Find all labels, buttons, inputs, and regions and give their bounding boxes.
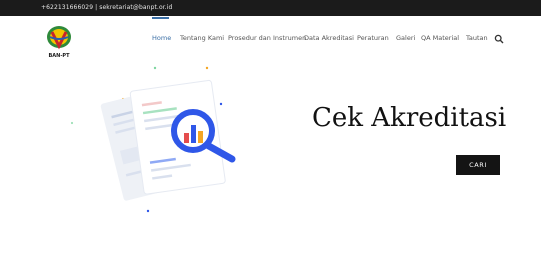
- nav-item-qa-material[interactable]: QA Material: [421, 34, 459, 43]
- ban-pt-logo[interactable]: [46, 24, 72, 54]
- nav-item-tentang-kami[interactable]: Tentang Kami: [180, 34, 224, 43]
- cari-button[interactable]: CARI: [456, 155, 500, 175]
- nav-item-peraturan[interactable]: Peraturan: [357, 34, 389, 43]
- document-search-illustration: [70, 66, 236, 213]
- active-nav-indicator: [152, 17, 169, 19]
- nav-item-galeri[interactable]: Galeri: [396, 34, 415, 43]
- hero-section: Cek Akreditasi CARI: [0, 61, 541, 262]
- site-header: BAN-PT Home Tentang Kami Prosedur dan In…: [0, 16, 541, 61]
- nav-item-home[interactable]: Home: [152, 34, 171, 43]
- contact-bar: +622131666029 | sekretariat@banpt.or.id: [0, 0, 541, 16]
- nav-item-tautan[interactable]: Tautan: [466, 34, 488, 43]
- search-icon[interactable]: [494, 34, 504, 44]
- nav-item-data-akreditasi[interactable]: Data Akreditasi: [304, 34, 354, 43]
- contact-info: +622131666029 | sekretariat@banpt.or.id: [41, 4, 173, 11]
- hero-title: Cek Akreditasi: [312, 103, 507, 133]
- logo-label: BAN-PT: [48, 53, 70, 59]
- nav-item-prosedur-dan-instrumen[interactable]: Prosedur dan Instrumen: [228, 34, 306, 43]
